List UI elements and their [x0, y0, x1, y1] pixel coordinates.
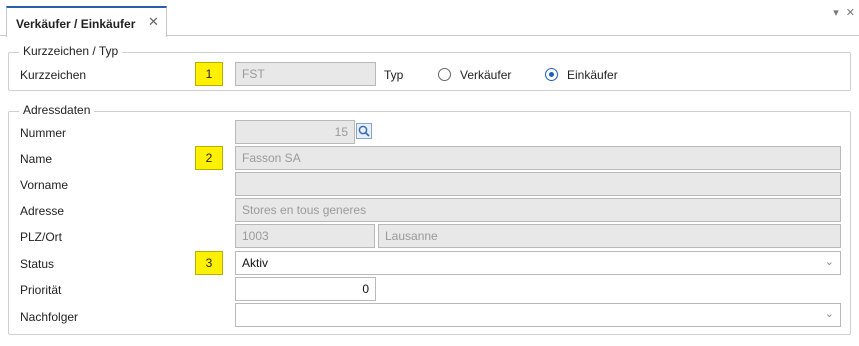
name-label: Name [20, 152, 53, 166]
status-label: Status [20, 257, 55, 271]
annotation-marker-3: 3 [195, 251, 223, 275]
kurzzeichen-field[interactable]: FST [235, 62, 376, 86]
nummer-field[interactable]: 15 [235, 120, 355, 144]
window-close-icon[interactable]: ✕ [846, 7, 855, 19]
chevron-down-icon[interactable]: ⌄ [825, 307, 834, 320]
radio-verkaeufer-label[interactable]: Verkäufer [460, 68, 511, 82]
tab-close-icon[interactable]: ✕ [148, 14, 159, 30]
ort-field[interactable]: Lausanne [378, 224, 841, 248]
name-field[interactable]: Fasson SA [235, 146, 841, 170]
nummer-label: Nummer [20, 126, 67, 140]
group-kurzzeichen-typ: Kurzzeichen / Typ [8, 44, 851, 91]
adresse-field[interactable]: Stores en tous generes [235, 198, 841, 222]
tab-bar: Verkäufer / Einkäufer ✕ ▾ ✕ [0, 0, 859, 37]
tab-verkaeufer-einkaeufer[interactable]: Verkäufer / Einkäufer ✕ [6, 6, 167, 37]
prioritaet-field[interactable]: 0 [235, 277, 376, 301]
vorname-label: Vorname [20, 178, 69, 192]
nachfolger-select[interactable]: ⌄ [235, 303, 841, 327]
radio-einkaeufer[interactable] [545, 68, 558, 81]
prioritaet-label: Priorität [20, 283, 62, 297]
search-icon[interactable] [356, 123, 372, 139]
plz-field[interactable]: 1003 [235, 224, 375, 248]
annotation-marker-1: 1 [195, 62, 223, 86]
nachfolger-label: Nachfolger [20, 310, 79, 324]
typ-label: Typ [384, 68, 404, 82]
group-adressdaten: Adressdaten [8, 103, 851, 335]
group-title-kurzzeichen: Kurzzeichen / Typ [19, 44, 123, 58]
chevron-down-icon[interactable]: ⌄ [825, 255, 834, 268]
adresse-label: Adresse [20, 204, 65, 218]
plzort-label: PLZ/Ort [20, 230, 63, 244]
group-title-adressdaten: Adressdaten [19, 103, 95, 117]
radio-einkaeufer-label[interactable]: Einkäufer [567, 68, 618, 82]
window-controls: ▾ ✕ [829, 6, 855, 19]
radio-verkaeufer[interactable] [438, 68, 451, 81]
status-select[interactable]: Aktiv ⌄ [235, 251, 841, 275]
status-value: Aktiv [242, 256, 269, 270]
kurzzeichen-label: Kurzzeichen [20, 68, 87, 82]
annotation-marker-2: 2 [195, 146, 223, 170]
pin-dropdown-icon[interactable]: ▾ [833, 7, 839, 19]
tab-label: Verkäufer / Einkäufer [16, 17, 136, 31]
vorname-field[interactable] [235, 172, 841, 196]
